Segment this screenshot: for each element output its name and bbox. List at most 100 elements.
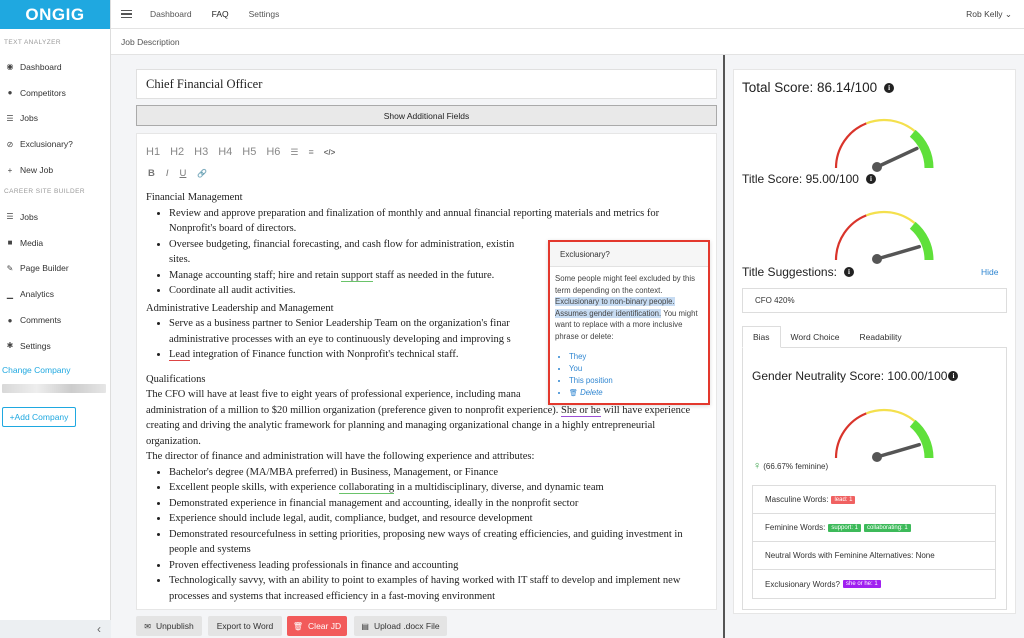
sidebar-item-label: Settings bbox=[20, 340, 51, 351]
sidebar-item-label: Comments bbox=[20, 315, 62, 326]
list-item: Excellent people skills, with experience… bbox=[169, 480, 708, 496]
feminine-percentage: ♀ (66.67% feminine) bbox=[753, 460, 829, 472]
sidebar-item-analyzer-jobs[interactable]: ☰ Jobs bbox=[0, 106, 110, 132]
info-icon[interactable]: i bbox=[843, 267, 854, 277]
change-company-link[interactable]: Change Company bbox=[0, 363, 110, 377]
bullet-list-icon[interactable]: ☰ bbox=[290, 147, 298, 158]
h6-button[interactable]: H6 bbox=[266, 146, 280, 158]
breadcrumb-job-description: Job Description bbox=[121, 36, 180, 47]
nav-dashboard[interactable]: Dashboard bbox=[150, 9, 192, 19]
ban-icon: ⊘ bbox=[6, 139, 14, 149]
gauge-needle bbox=[875, 244, 922, 261]
badge-she-or-he[interactable]: she or he: 1 bbox=[843, 580, 881, 588]
info-icon[interactable]: i bbox=[948, 371, 959, 381]
exclusionary-words-row: Exclusionary Words? she or he: 1 bbox=[753, 570, 995, 598]
heading-financial-management: Financial Management bbox=[146, 192, 243, 203]
underline-icon[interactable]: U bbox=[180, 168, 187, 179]
show-additional-fields-button[interactable]: Show Additional Fields bbox=[136, 105, 717, 126]
users-icon: ● bbox=[7, 88, 13, 98]
h3-button[interactable]: H3 bbox=[194, 146, 208, 158]
badge-lead[interactable]: lead: 1 bbox=[831, 495, 856, 504]
user-menu[interactable]: Rob Kelly ⌄ bbox=[966, 9, 1012, 20]
gauge-hub bbox=[872, 254, 882, 264]
chevron-left-icon: ‹ bbox=[97, 622, 101, 636]
gender-neutrality-gauge bbox=[834, 408, 934, 462]
sidebar-item-label: Analytics bbox=[20, 289, 55, 300]
nav-settings[interactable]: Settings bbox=[249, 9, 280, 19]
link-icon[interactable]: 🔗 bbox=[197, 169, 207, 178]
sidebar-item-career-analytics[interactable]: ▁ Analytics bbox=[0, 281, 110, 307]
nav-faq[interactable]: FAQ bbox=[212, 9, 229, 19]
sidebar-item-career-page-builder[interactable]: ✎ Page Builder bbox=[0, 256, 110, 282]
unpublish-button[interactable]: ✉ Unpublish bbox=[136, 616, 202, 636]
clear-jd-button[interactable]: 🗑 Clear JD bbox=[287, 616, 347, 636]
hamburger-menu-icon[interactable] bbox=[121, 8, 132, 21]
upload-docx-button[interactable]: ▤ Upload .docx File bbox=[354, 616, 447, 636]
italic-icon[interactable]: I bbox=[166, 168, 169, 179]
title-score-title: Title Score: 95.00/100 i bbox=[742, 172, 876, 186]
info-icon[interactable]: i bbox=[865, 174, 876, 184]
breadcrumb: Job Description bbox=[111, 29, 1024, 55]
company-selector[interactable] bbox=[2, 383, 106, 393]
tab-word-choice[interactable]: Word Choice bbox=[781, 326, 850, 348]
list-item: Review and approve preparation and final… bbox=[169, 206, 708, 237]
list-item: Proven effectiveness leading professiona… bbox=[169, 558, 708, 574]
sidebar-item-label: New Job bbox=[20, 165, 54, 176]
code-icon[interactable]: </> bbox=[324, 148, 336, 157]
panel-divider[interactable] bbox=[723, 55, 725, 638]
numbered-list-icon[interactable]: ≡ bbox=[308, 147, 313, 157]
hide-suggestions-link[interactable]: Hide bbox=[981, 267, 998, 277]
badge-collaborating[interactable]: collaborating: 1 bbox=[864, 523, 911, 532]
masculine-words-row: Masculine Words: lead: 1 bbox=[753, 486, 995, 514]
gauge-needle bbox=[875, 442, 922, 459]
collapse-sidebar-button[interactable]: ‹ bbox=[0, 620, 111, 638]
sidebar-item-career-media[interactable]: ■ Media bbox=[0, 230, 110, 256]
ongig-logo[interactable]: ONGIG bbox=[0, 0, 110, 29]
gauge-red-arc bbox=[834, 214, 867, 261]
h2-button[interactable]: H2 bbox=[170, 146, 184, 158]
flagged-word-she-or-he[interactable]: She or he bbox=[561, 404, 601, 417]
sidebar-item-analyzer-competitors[interactable]: ● Competitors bbox=[0, 80, 110, 106]
feminine-words-row: Feminine Words: support: 1 collaborating… bbox=[753, 514, 995, 542]
top-bar: Dashboard FAQ Settings Rob Kelly ⌄ bbox=[111, 0, 1024, 29]
job-title-input[interactable]: Chief Financial Officer bbox=[136, 69, 717, 99]
info-icon[interactable]: i bbox=[884, 82, 895, 93]
sidebar-item-career-settings[interactable]: ✱ Settings bbox=[0, 333, 110, 359]
replacement-options: They You This position 🗑 Delete bbox=[555, 351, 703, 400]
option-this-position[interactable]: This position bbox=[569, 375, 703, 387]
sidebar-item-label: Jobs bbox=[20, 113, 38, 124]
gender-neutrality-title: Gender Neutrality Score: 100.00/100 i bbox=[752, 369, 959, 383]
flagged-word-collaborating[interactable]: collaborating bbox=[338, 482, 395, 494]
sidebar-item-label: Media bbox=[20, 237, 44, 248]
tab-bias[interactable]: Bias bbox=[742, 326, 781, 348]
export-to-word-button[interactable]: Export to Word bbox=[208, 616, 282, 636]
score-panel: Total Score: 86.14/100 i Title Score: 95.… bbox=[733, 69, 1016, 614]
sidebar-item-career-jobs[interactable]: ☰ Jobs bbox=[0, 204, 110, 230]
comment-icon: ● bbox=[7, 315, 13, 325]
title-suggestions-title: Title Suggestions: i bbox=[742, 265, 854, 279]
title-suggestion[interactable]: CFO 420% bbox=[742, 288, 1007, 313]
gauge-hub bbox=[872, 452, 882, 462]
gear-icon: ✱ bbox=[6, 341, 14, 351]
flagged-word-lead[interactable]: Lead bbox=[169, 349, 190, 361]
sidebar-item-analyzer-dashboard[interactable]: ◉ Dashboard bbox=[0, 54, 110, 80]
option-they[interactable]: They bbox=[569, 351, 703, 363]
neutral-words-row: Neutral Words with Feminine Alternatives… bbox=[753, 542, 995, 570]
trash-icon: 🗑 bbox=[569, 390, 578, 397]
bold-icon[interactable]: B bbox=[148, 168, 155, 179]
sidebar-item-analyzer-exclusionary[interactable]: ⊘ Exclusionary? bbox=[0, 131, 110, 157]
gauge-red-arc bbox=[834, 122, 867, 169]
sidebar-item-analyzer-new-job[interactable]: + New Job bbox=[0, 157, 110, 183]
h1-button[interactable]: H1 bbox=[146, 146, 160, 158]
chart-icon: ▁ bbox=[6, 289, 14, 299]
add-company-button[interactable]: +Add Company bbox=[2, 406, 76, 427]
sidebar-item-label: Jobs bbox=[20, 211, 38, 222]
badge-support[interactable]: support: 1 bbox=[828, 523, 862, 532]
option-you[interactable]: You bbox=[569, 363, 703, 375]
delete-option[interactable]: 🗑 Delete bbox=[569, 387, 703, 400]
flagged-word-support[interactable]: support bbox=[341, 269, 373, 282]
tab-readability[interactable]: Readability bbox=[850, 326, 912, 348]
sidebar-item-career-comments[interactable]: ● Comments bbox=[0, 307, 110, 333]
h5-button[interactable]: H5 bbox=[242, 146, 256, 158]
h4-button[interactable]: H4 bbox=[218, 146, 232, 158]
